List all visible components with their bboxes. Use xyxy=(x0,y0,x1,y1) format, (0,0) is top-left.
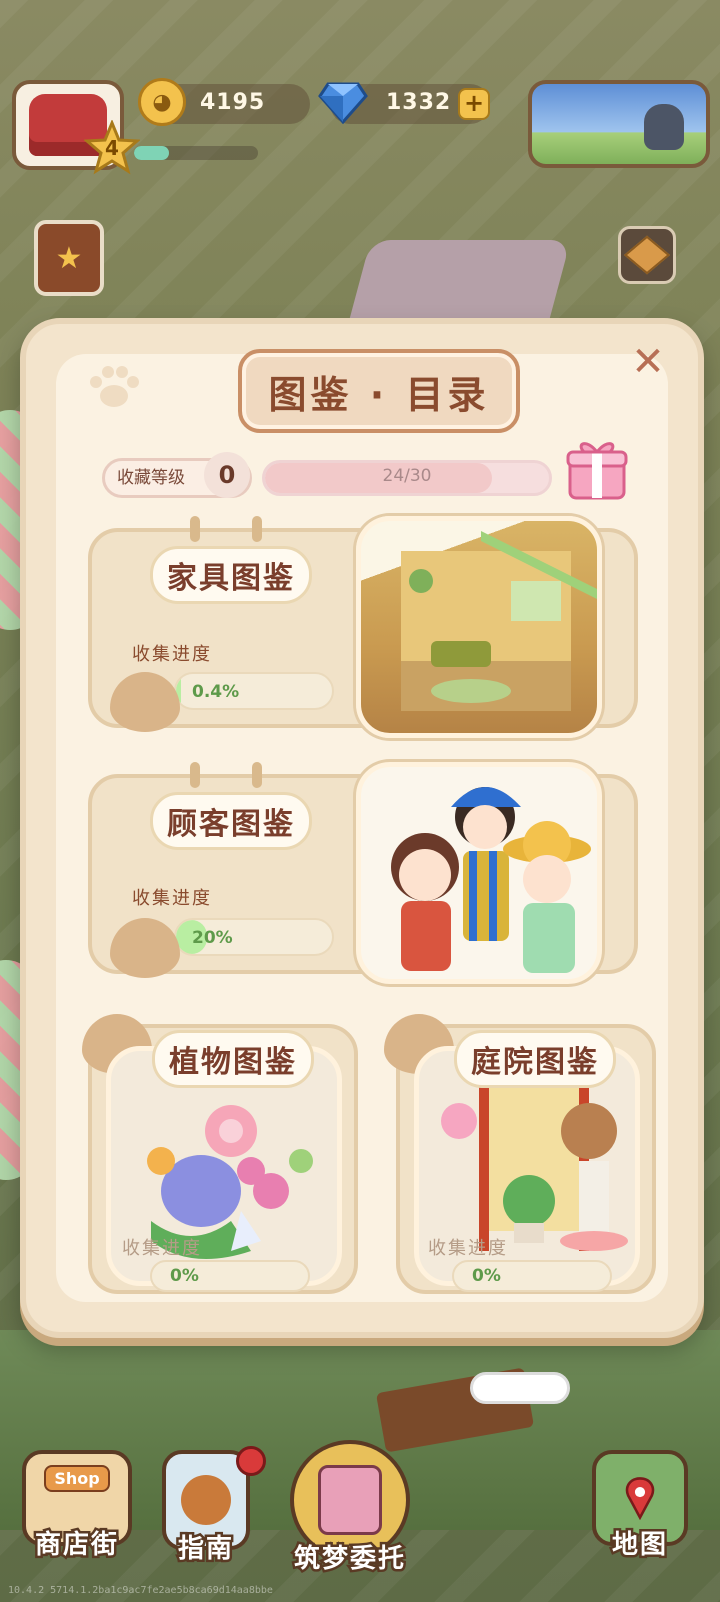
bone-decoration xyxy=(470,1372,570,1404)
nav-label: 地图 xyxy=(609,1528,668,1563)
nav-label: 筑梦委托 xyxy=(291,1542,406,1577)
shop-sign: Shop xyxy=(44,1464,110,1492)
level-badge: 4 xyxy=(84,120,140,176)
inventory-box-button[interactable] xyxy=(618,226,676,284)
progress-value: 0% xyxy=(170,1266,199,1286)
customers-illustration xyxy=(391,787,591,973)
page-title: 图鉴 · 目录 xyxy=(238,349,520,433)
build-id-text: 10.4.2 5714.1.2ba1c9ac7fe2ae5b8ca69d14aa… xyxy=(8,1585,273,1596)
nav-label: 指南 xyxy=(175,1532,234,1567)
top-hud: 4 ◕ 4195 1332 + xyxy=(0,78,720,180)
card-title: 植物图鉴 xyxy=(152,1030,314,1088)
notebook-icon xyxy=(318,1465,382,1535)
map-button[interactable]: 地图 xyxy=(592,1450,688,1563)
scene-preview-button[interactable] xyxy=(528,80,710,168)
progress-label: 收集进度 xyxy=(132,888,212,909)
room-illustration xyxy=(401,531,597,711)
collection-level-value: 0 xyxy=(204,452,250,498)
star-icon: ★ xyxy=(55,240,83,276)
progress-value: 0.4% xyxy=(192,682,240,702)
progress-value: 20% xyxy=(192,928,233,948)
card-title: 家具图鉴 xyxy=(150,546,312,604)
paw-icon xyxy=(90,366,139,407)
gift-icon[interactable] xyxy=(566,436,628,502)
cat-coin-icon: ◕ xyxy=(138,78,186,126)
hook xyxy=(252,762,262,788)
xp-progress-bar xyxy=(134,146,258,160)
gem-value: 1332 xyxy=(386,90,452,115)
progress-label: 收集进度 xyxy=(428,1238,508,1259)
card-title: 庭院图鉴 xyxy=(454,1030,616,1088)
notification-dot xyxy=(236,1446,266,1476)
level-value: 4 xyxy=(105,136,119,160)
bottom-navigation: Shop 商店街 指南 筑梦委托 地图 xyxy=(0,1440,720,1602)
shiba-icon xyxy=(181,1475,231,1525)
cat-ear-decoration xyxy=(110,918,180,978)
diamond-icon xyxy=(318,82,368,124)
hook xyxy=(190,516,200,542)
progress-label: 收集进度 xyxy=(122,1238,202,1259)
customer-illustration xyxy=(356,762,602,984)
house-roof xyxy=(349,240,571,320)
furniture-room-illustration xyxy=(356,516,602,738)
hook xyxy=(190,762,200,788)
plant-catalog-card[interactable]: 植物图鉴 收集进度 0% xyxy=(82,1014,358,1294)
collection-progress-text: 24/30 xyxy=(382,466,432,486)
coin-value: 4195 xyxy=(200,90,266,115)
card-title: 顾客图鉴 xyxy=(150,792,312,850)
add-gems-button[interactable]: + xyxy=(458,88,490,120)
hook xyxy=(252,516,262,542)
location-pin-icon xyxy=(625,1477,655,1520)
cat-figure xyxy=(644,104,684,150)
dream-commission-button[interactable]: 筑梦委托 xyxy=(290,1440,410,1577)
close-button[interactable]: ✕ xyxy=(628,342,668,382)
catalog-panel: 图鉴 · 目录 ✕ 收藏等级 0 24/30 家具图鉴 收集进度 0.4% 顾客… xyxy=(20,318,704,1338)
favorites-book-button[interactable]: ★ xyxy=(34,220,104,296)
progress-value: 0% xyxy=(472,1266,501,1286)
page-title-text: 图鉴 · 目录 xyxy=(268,372,490,417)
yard-catalog-card[interactable]: 庭院图鉴 收集进度 0% xyxy=(384,1014,656,1294)
shop-street-button[interactable]: Shop 商店街 xyxy=(22,1450,132,1563)
xp-progress-fill xyxy=(134,146,169,160)
cat-ear-decoration xyxy=(110,672,180,732)
progress-label: 收集进度 xyxy=(132,644,212,665)
guide-button[interactable]: 指南 xyxy=(162,1446,266,1567)
nav-label: 商店街 xyxy=(32,1528,119,1563)
box-icon xyxy=(623,235,671,275)
